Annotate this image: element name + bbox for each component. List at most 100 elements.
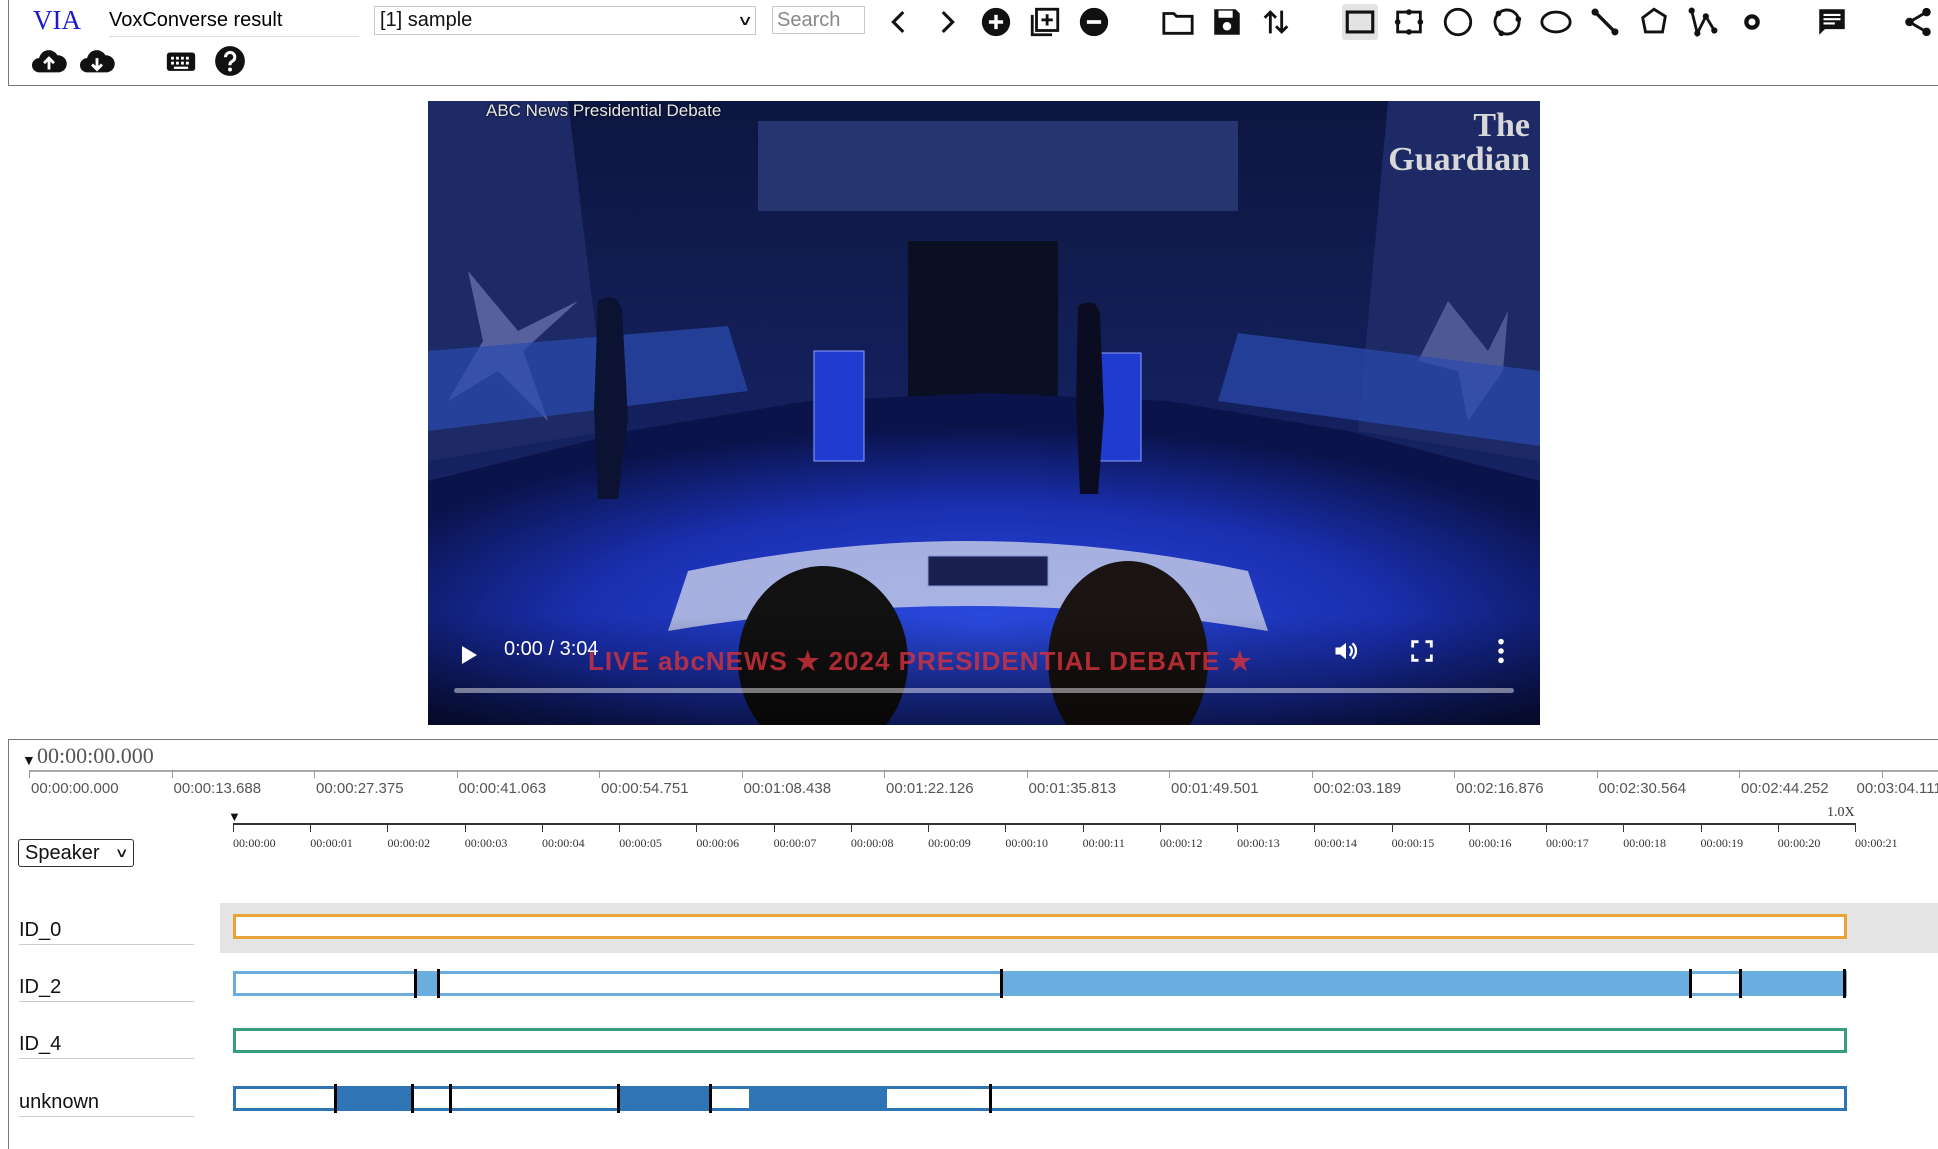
track-label[interactable]: unknown (19, 1091, 194, 1117)
track-label[interactable]: ID_0 (19, 919, 194, 945)
zoom-label: 00:00:21 (1855, 836, 1898, 851)
track-label[interactable]: ID_4 (19, 1033, 194, 1059)
fullscreen-icon[interactable] (1408, 637, 1436, 665)
ellipse-shape-icon[interactable] (1538, 4, 1574, 40)
ruler-label: 00:00:41.063 (459, 780, 547, 797)
timeline-panel: ▼ 00:00:00.000 00:00:00.00000:00:13.6880… (8, 739, 1938, 1149)
zoom-ruler[interactable] (233, 823, 1855, 825)
line-shape-icon[interactable] (1587, 4, 1623, 40)
zoom-tick (619, 823, 620, 832)
collapse-arrow-icon[interactable]: ▼ (22, 752, 36, 768)
help-icon[interactable] (212, 43, 248, 79)
ruler-tick (29, 770, 30, 778)
point-shape-icon[interactable] (1734, 4, 1770, 40)
ruler-tick (1739, 770, 1740, 778)
ruler-label: 00:00:54.751 (601, 780, 689, 797)
speech-segment[interactable] (415, 974, 438, 993)
track-bar[interactable] (233, 1028, 1847, 1053)
ruler-tick (742, 770, 743, 778)
extreme-circle-icon[interactable] (1489, 4, 1525, 40)
ruler-label: 00:02:03.189 (1314, 780, 1402, 797)
zoom-label: 00:00:08 (851, 836, 894, 851)
remove-icon[interactable] (1076, 4, 1112, 40)
zoom-label: 00:00:00 (233, 836, 276, 851)
zoom-tick (1546, 823, 1547, 832)
search-input[interactable] (772, 6, 865, 34)
speech-segment[interactable] (336, 1089, 413, 1108)
polygon-shape-icon[interactable] (1636, 4, 1672, 40)
open-folder-icon[interactable] (1160, 4, 1196, 40)
segment-boundary[interactable] (989, 1084, 992, 1113)
segment-boundary[interactable] (437, 969, 440, 998)
comment-icon[interactable] (1814, 4, 1850, 40)
volume-icon[interactable] (1332, 637, 1360, 665)
ruler-label: 00:01:08.438 (744, 780, 832, 797)
segment-boundary[interactable] (334, 1084, 337, 1113)
zoom-tick (928, 823, 929, 832)
download-icon[interactable] (75, 43, 119, 79)
polyline-shape-icon[interactable] (1685, 4, 1721, 40)
zoom-label: 00:00:19 (1701, 836, 1744, 851)
track-bar[interactable] (233, 914, 1847, 939)
group-by-select[interactable]: Speaker ∨ (18, 839, 134, 867)
watermark-line1: The (1388, 109, 1530, 143)
speech-segment[interactable] (1002, 974, 1691, 993)
video-player[interactable]: ABC News Presidential Debate The Guardia… (428, 101, 1540, 725)
speech-segment[interactable] (619, 1089, 711, 1108)
ruler-label: 00:01:35.813 (1029, 780, 1117, 797)
video-progress-bar[interactable] (454, 688, 1514, 693)
segment-boundary[interactable] (1739, 969, 1742, 998)
segment-boundary[interactable] (414, 969, 417, 998)
upload-icon[interactable] (27, 43, 71, 79)
add-file-icon[interactable] (978, 4, 1014, 40)
next-icon[interactable] (929, 4, 965, 40)
import-export-icon[interactable] (1258, 4, 1294, 40)
zoom-tick (1314, 823, 1315, 832)
speech-segment[interactable] (1741, 974, 1844, 993)
ruler-tick (1027, 770, 1028, 778)
ruler-label: 00:02:30.564 (1599, 780, 1687, 797)
segment-boundary[interactable] (1689, 969, 1692, 998)
segment-boundary[interactable] (709, 1084, 712, 1113)
chevron-down-icon: ∨ (115, 845, 129, 861)
segment-boundary[interactable] (1000, 969, 1003, 998)
keyboard-icon[interactable] (163, 43, 199, 79)
full-ruler[interactable] (29, 770, 1938, 772)
track-bar[interactable] (233, 971, 1847, 996)
group-by-value: Speaker (25, 842, 100, 865)
rectangle-shape-icon[interactable] (1342, 4, 1378, 40)
segment-boundary[interactable] (411, 1084, 414, 1113)
zoom-label: 00:00:12 (1160, 836, 1203, 851)
zoom-label: 00:00:20 (1778, 836, 1821, 851)
zoom-label: 00:00:10 (1005, 836, 1048, 851)
zoom-tick (1778, 823, 1779, 832)
current-time: 00:00:00.000 (37, 743, 154, 769)
speech-segment[interactable] (749, 1089, 887, 1108)
ruler-label: 00:00:13.688 (174, 780, 262, 797)
track-row: unknown (9, 1075, 1938, 1131)
playhead-marker-icon[interactable]: ▼ (228, 809, 241, 824)
more-options-icon[interactable] (1496, 637, 1510, 665)
share-icon[interactable] (1900, 4, 1936, 40)
project-name-input[interactable] (109, 4, 359, 37)
zoom-tick (1855, 823, 1856, 832)
zoom-tick (851, 823, 852, 832)
save-icon[interactable] (1209, 4, 1245, 40)
ruler-label: 00:00:27.375 (316, 780, 404, 797)
segment-boundary[interactable] (449, 1084, 452, 1113)
track-bar[interactable] (233, 1086, 1847, 1111)
track-label[interactable]: ID_2 (19, 976, 194, 1002)
file-selector[interactable]: [1] sample ∨ (374, 6, 756, 35)
play-icon[interactable] (456, 643, 480, 667)
prev-icon[interactable] (881, 4, 917, 40)
segment-boundary[interactable] (617, 1084, 620, 1113)
add-region-icon[interactable] (1027, 4, 1063, 40)
ruler-label: 00:02:16.876 (1456, 780, 1544, 797)
zoom-label: 00:00:04 (542, 836, 585, 851)
ruler-label: 00:01:49.501 (1171, 780, 1259, 797)
ruler-label: 00:01:22.126 (886, 780, 974, 797)
extreme-rect-icon[interactable] (1391, 4, 1427, 40)
watermark-line2: Guardian (1388, 143, 1530, 177)
segment-boundary[interactable] (1843, 969, 1846, 998)
circle-shape-icon[interactable] (1440, 4, 1476, 40)
